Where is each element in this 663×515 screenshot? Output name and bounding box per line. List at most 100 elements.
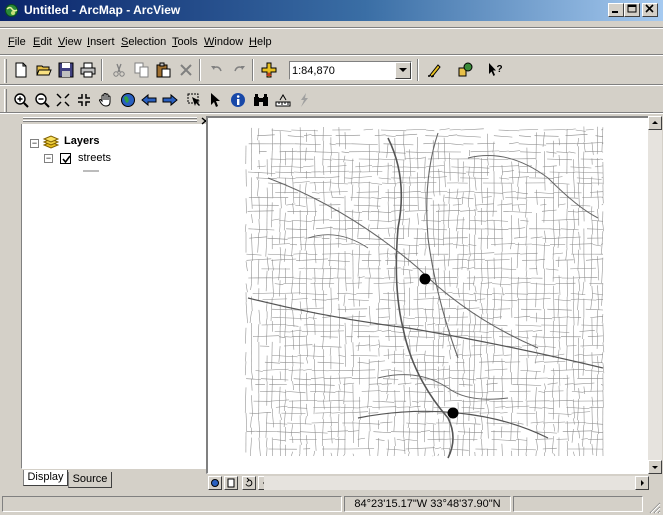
street-segment [417, 259, 419, 287]
zoom-out-button[interactable] [31, 89, 54, 111]
fixed-zoom-out-button[interactable] [73, 89, 96, 111]
street-segment [520, 308, 542, 311]
street-segment [448, 134, 458, 136]
street-segment [452, 204, 462, 206]
street-segment [566, 440, 568, 450]
title-bar[interactable]: Untitled - ArcMap - ArcView [0, 0, 663, 21]
forward-extent-button[interactable] [159, 89, 182, 111]
street-segment [329, 143, 336, 146]
select-features-button[interactable] [183, 89, 206, 111]
street-segment [466, 293, 474, 296]
close-button[interactable] [642, 3, 658, 17]
collapse-layers-toggle[interactable]: − [30, 139, 39, 148]
street-segment [566, 420, 569, 442]
data-view-button[interactable] [208, 476, 222, 490]
street-segment [271, 385, 273, 409]
street-segment [293, 378, 312, 381]
horizontal-scrollbar[interactable] [264, 476, 649, 490]
street-segment [323, 365, 325, 393]
street-segment [518, 143, 547, 146]
street-segment [425, 389, 427, 397]
scroll-down-button[interactable] [648, 460, 662, 474]
street-segment [535, 450, 537, 457]
street-segment [456, 231, 459, 249]
street-segment [457, 197, 460, 215]
street-segment [486, 298, 488, 314]
street-segment [370, 344, 380, 347]
street-segment [566, 318, 568, 346]
pan-button[interactable] [95, 89, 118, 111]
scroll-right-button[interactable] [635, 476, 649, 490]
menu-view[interactable]: View [58, 36, 82, 48]
streets-layer-label[interactable]: streets [78, 152, 111, 164]
street-segment [493, 220, 509, 222]
street-segment [291, 335, 306, 337]
street-segment [449, 423, 451, 448]
layers-root-label[interactable]: Layers [64, 135, 99, 147]
layout-view-button[interactable] [224, 476, 238, 490]
street-segment [463, 420, 465, 435]
fixed-zoom-in-button[interactable] [52, 89, 75, 111]
streets-map[interactable] [208, 118, 648, 474]
menu-window[interactable]: Window [204, 36, 243, 48]
hyperlink-button[interactable] [293, 89, 316, 111]
street-segment [330, 452, 333, 457]
refresh-button[interactable] [242, 476, 256, 490]
whats-this-button[interactable]: ? [484, 59, 507, 81]
point-feature-marker[interactable] [419, 273, 431, 285]
street-segment [500, 412, 508, 414]
maximize-button[interactable] [624, 3, 640, 17]
identify-button[interactable] [227, 89, 250, 111]
menu-edit[interactable]: Edit [33, 36, 52, 48]
tab-source[interactable]: Source [68, 472, 112, 488]
toolbar-grip[interactable] [4, 89, 7, 113]
tab-display[interactable]: Display [23, 470, 68, 486]
street-segment [322, 438, 336, 440]
street-segment [503, 211, 533, 213]
street-segment [601, 127, 604, 152]
street-segment [344, 217, 347, 243]
menu-help[interactable]: Help [249, 36, 272, 48]
find-button[interactable] [250, 89, 273, 111]
street-segment [558, 220, 561, 237]
street-segment [512, 204, 526, 206]
street-segment [278, 260, 281, 281]
menu-tools[interactable]: Tools [172, 36, 198, 48]
zoom-out-icon [35, 93, 50, 108]
collapse-streets-toggle[interactable]: − [44, 154, 53, 163]
street-segment [462, 192, 464, 205]
measure-button[interactable] [272, 89, 295, 111]
street-segment [271, 276, 294, 279]
minimize-button[interactable] [608, 3, 624, 17]
street-segment [530, 317, 553, 320]
street-segment [516, 422, 524, 425]
street-segment [387, 201, 390, 223]
street-segment [443, 161, 446, 188]
point-feature-marker[interactable] [447, 407, 459, 419]
street-segment [306, 259, 308, 270]
street-segment [311, 422, 338, 424]
back-extent-button[interactable] [138, 89, 161, 111]
zoom-in-button[interactable] [10, 89, 33, 111]
select-elements-button[interactable] [205, 89, 228, 111]
menu-selection[interactable]: Selection [121, 36, 166, 48]
toc-header[interactable] [21, 115, 215, 124]
street-segment [592, 431, 604, 433]
arccatalog-button[interactable] [454, 59, 477, 81]
resize-grip-icon[interactable] [648, 501, 661, 514]
full-extent-button[interactable] [117, 89, 140, 111]
find-binoculars-icon [254, 94, 268, 106]
street-segment [314, 197, 316, 217]
street-segment [487, 133, 489, 158]
vertical-scrollbar[interactable] [648, 116, 662, 474]
map-display[interactable] [206, 116, 649, 474]
scroll-up-button[interactable] [648, 116, 662, 130]
streets-visibility-checkbox[interactable] [60, 153, 71, 164]
street-segment [573, 368, 575, 391]
menu-file[interactable]: File [8, 36, 26, 48]
editor-toolbar-button[interactable] [424, 59, 447, 81]
street-segment [480, 282, 493, 284]
street-segment [577, 249, 579, 271]
menu-insert[interactable]: Insert [87, 36, 115, 48]
line-symbol[interactable] [82, 169, 100, 173]
